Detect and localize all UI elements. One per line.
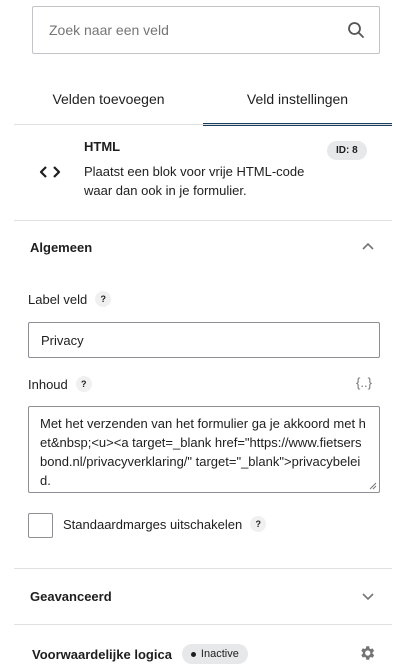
help-icon[interactable]: ? [250, 516, 267, 532]
disable-margins-checkbox[interactable] [28, 513, 53, 538]
merge-tag-icon[interactable]: {..} [356, 375, 372, 390]
field-type-description: Plaatst een blok voor vrije HTML-code wa… [84, 164, 305, 198]
divider [14, 624, 392, 625]
search-field[interactable] [32, 6, 380, 54]
chevron-down-icon[interactable] [360, 588, 376, 604]
field-id-badge: ID: 8 [327, 141, 367, 160]
content-label: Inhoud ? [28, 376, 92, 392]
advanced-panel-title: Geavanceerd [30, 588, 112, 604]
content-textarea-value: Met het verzenden van het formulier ga j… [40, 416, 366, 488]
conditional-logic-title: Voorwaardelijke logica [32, 646, 172, 662]
help-icon[interactable]: ? [75, 376, 92, 392]
label-field-text: Label veld [28, 291, 88, 307]
code-icon [38, 164, 62, 180]
status-badge: Inactive [181, 644, 248, 664]
general-panel-title: Algemeen [30, 239, 93, 255]
conditional-logic-row[interactable]: Voorwaardelijke logica Inactive [14, 640, 392, 664]
resize-handle-icon[interactable] [369, 482, 377, 490]
disable-margins-label: Standaardmarges uitschakelen ? [63, 516, 267, 532]
disable-margins-text: Standaardmarges uitschakelen [63, 516, 243, 532]
label-field-input[interactable]: Privacy [28, 322, 380, 358]
advanced-panel-toggle[interactable]: Geavanceerd [14, 569, 392, 623]
gear-icon[interactable] [358, 644, 376, 662]
field-type-title: HTML [84, 139, 121, 154]
status-dot-icon [190, 651, 196, 657]
status-text: Inactive [200, 648, 239, 660]
content-label-text: Inhoud [28, 376, 68, 392]
general-panel-toggle[interactable]: Algemeen [14, 220, 392, 274]
search-input[interactable] [49, 22, 345, 38]
tab-bar: Velden toevoegen Veld instellingen [14, 78, 392, 126]
search-icon[interactable] [345, 19, 367, 41]
field-info-card: HTML Plaatst een blok voor vrije HTML-co… [14, 126, 392, 220]
tab-add-fields[interactable]: Velden toevoegen [14, 78, 203, 126]
tabs-divider [14, 124, 392, 125]
chevron-up-icon[interactable] [360, 239, 376, 255]
tab-field-settings[interactable]: Veld instellingen [203, 78, 392, 126]
label-field-label: Label veld ? [28, 291, 112, 307]
content-textarea[interactable]: Met het verzenden van het formulier ga j… [28, 406, 380, 493]
help-icon[interactable]: ? [95, 291, 112, 307]
